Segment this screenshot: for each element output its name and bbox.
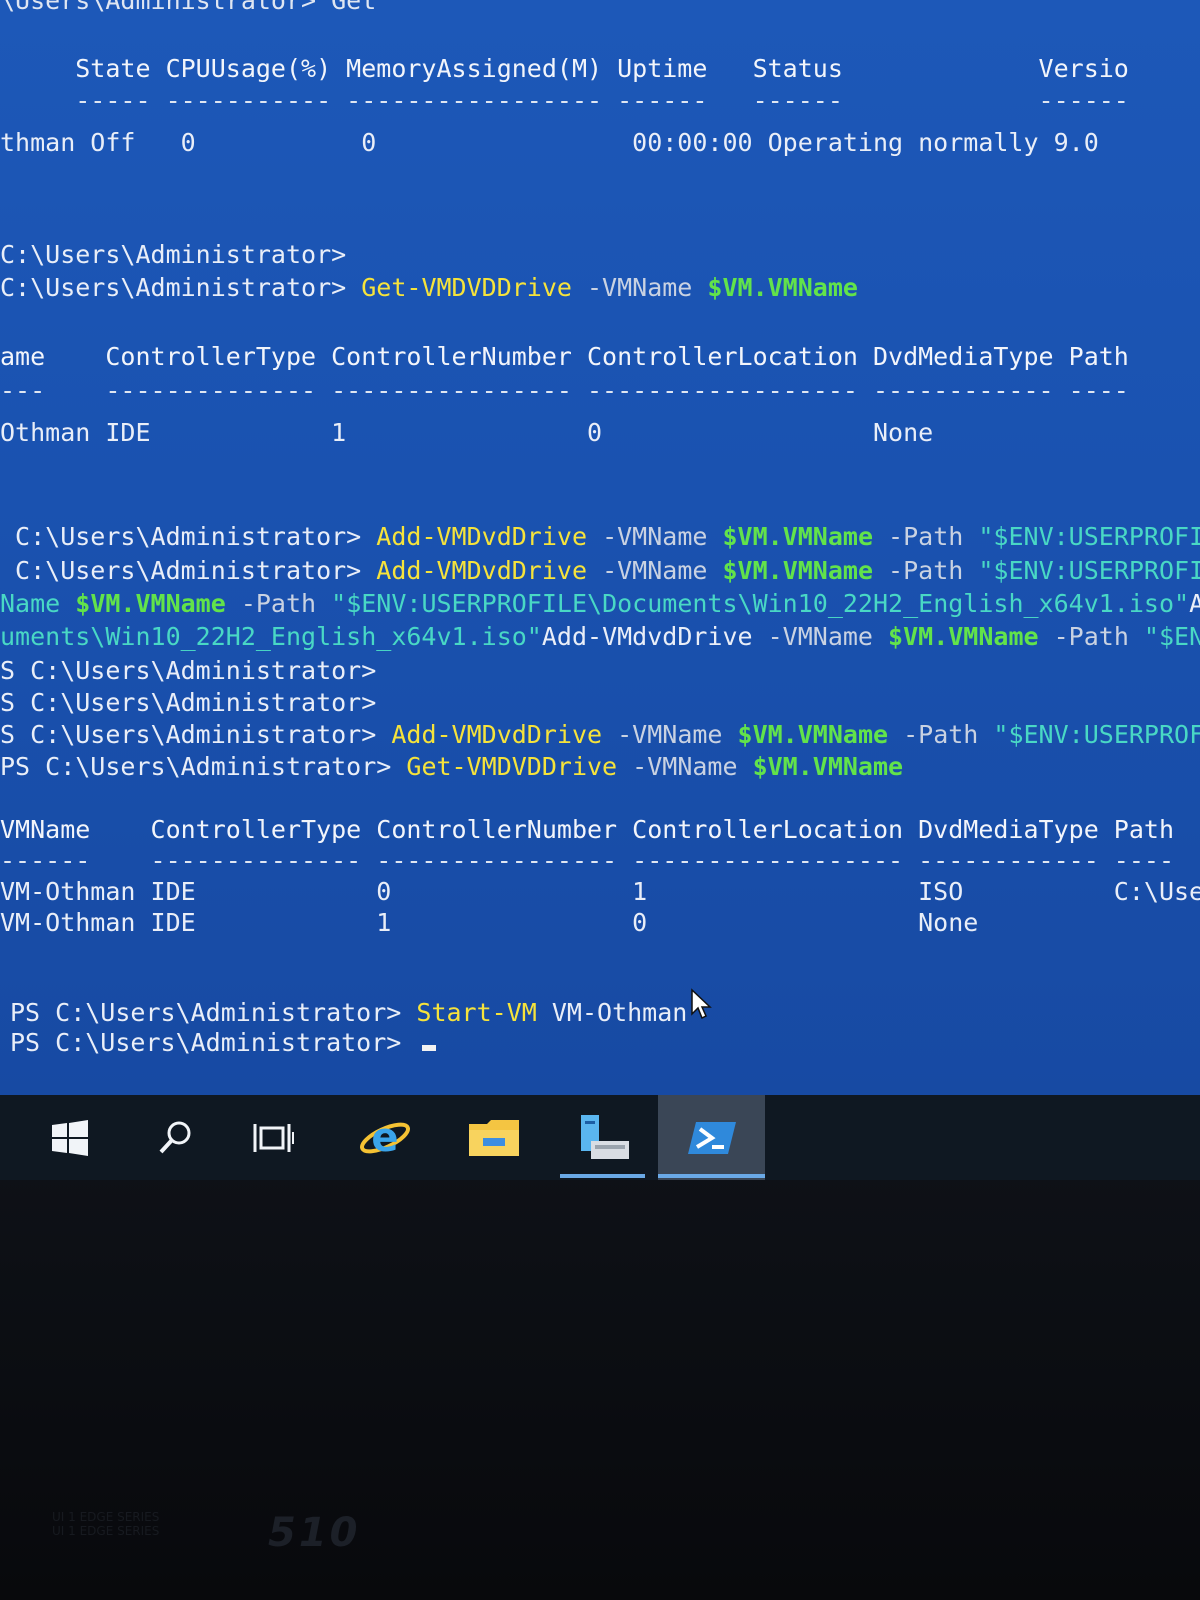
- powershell-console[interactable]: \Users\Administrator> Get State CPUUsage…: [0, 0, 1200, 1095]
- dvd-table2-dashes: ------ -------------- ---------------- -…: [0, 846, 1174, 875]
- dvd-table1-row: Othman IDE 1 0 None: [0, 418, 934, 447]
- start-icon[interactable]: [40, 1095, 100, 1180]
- vm-table-dashes: ----- ----------- ----------------- ----…: [0, 86, 1129, 115]
- running-indicator: [560, 1174, 645, 1178]
- add-dvd-command-line: C:\Users\Administrator> Add-VMDvdDrive -…: [0, 522, 1200, 551]
- running-indicator: [658, 1174, 765, 1178]
- prompt: C:\Users\Administrator>: [0, 273, 362, 302]
- cmdlet: Get-VMDVDDrive: [361, 273, 572, 302]
- vm-table-header: State CPUUsage(%) MemoryAssigned(M) Upti…: [0, 54, 1129, 83]
- mouse-pointer-icon: [691, 988, 712, 1020]
- svg-text:e: e: [371, 1115, 398, 1161]
- current-prompt[interactable]: PS C:\Users\Administrator>: [10, 1028, 437, 1058]
- add-dvd-command-line: S C:\Users\Administrator> Add-VMDvdDrive…: [0, 720, 1200, 749]
- bezel-label-small: UI 1 EDGE SERIES UI 1 EDGE SERIES: [52, 1510, 160, 1538]
- table-row: VM-Othman IDE 0 1 ISO C:\Users\: [0, 877, 1200, 906]
- add-dvd-command-line: C:\Users\Administrator> Add-VMDvdDrive -…: [0, 556, 1200, 585]
- text-cursor: [422, 1045, 437, 1051]
- prompt-line: S C:\Users\Administrator>: [0, 688, 377, 717]
- wrapped-command-line: uments\Win10_22H2_English_x64v1.iso"Add-…: [0, 622, 1200, 651]
- partial-prompt-top: \Users\Administrator> Get: [0, 0, 377, 15]
- powershell-icon[interactable]: [658, 1095, 765, 1180]
- file-explorer-icon[interactable]: [460, 1095, 528, 1180]
- internet-explorer-icon[interactable]: e: [350, 1095, 420, 1180]
- bezel-model-logo: 510: [268, 1510, 361, 1556]
- server-manager-icon[interactable]: [560, 1095, 645, 1180]
- dvd-table2-header: VMName ControllerType ControllerNumber C…: [0, 815, 1174, 844]
- search-icon[interactable]: [145, 1095, 205, 1180]
- task-view-icon[interactable]: [245, 1095, 305, 1180]
- start-vm-command-line: PS C:\Users\Administrator> Start-VM VM-O…: [10, 998, 688, 1027]
- table-row: VM-Othman IDE 1 0 None: [0, 908, 979, 937]
- get-dvd-command-line: PS C:\Users\Administrator> Get-VMDVDDriv…: [0, 752, 904, 781]
- wrapped-command-line: Name $VM.VMName -Path "$ENV:USERPROFILE\…: [0, 589, 1200, 618]
- prompt-line: S C:\Users\Administrator>: [0, 656, 377, 685]
- get-dvd-command-line: C:\Users\Administrator> Get-VMDVDDrive -…: [0, 273, 858, 302]
- dvd-table1-header: ame ControllerType ControllerNumber Cont…: [0, 342, 1129, 371]
- prompt-line: C:\Users\Administrator>: [0, 240, 347, 269]
- taskbar: e: [0, 1095, 1200, 1180]
- dvd-table1-dashes: --- -------------- ---------------- ----…: [0, 376, 1129, 405]
- vm-table-row: thman Off 0 0 00:00:00 Operating normall…: [0, 128, 1099, 157]
